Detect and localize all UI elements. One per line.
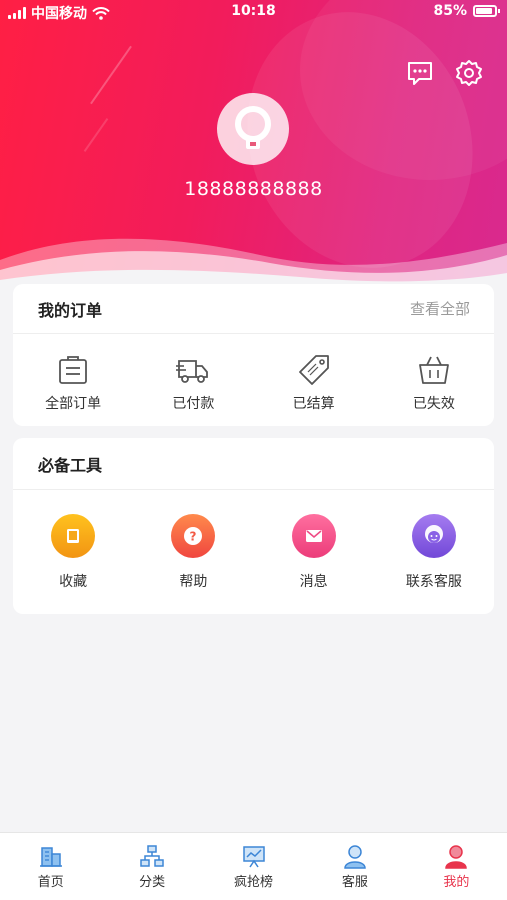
message-icon[interactable] bbox=[405, 58, 435, 88]
status-bar: 中国移动 10:18 85% bbox=[0, 0, 507, 24]
tab-home[interactable]: 首页 bbox=[0, 833, 101, 900]
my-orders-header: 我的订单 查看全部 bbox=[13, 284, 494, 334]
tab-ranking[interactable]: 疯抢榜 bbox=[203, 833, 304, 900]
ranking-board-icon bbox=[242, 846, 265, 868]
clock: 10:18 bbox=[231, 3, 276, 19]
tools-grid: 收藏 ? 帮助 消息 联系客服 bbox=[13, 490, 494, 591]
order-expired-label: 已失效 bbox=[412, 396, 455, 412]
home-building-icon bbox=[39, 847, 62, 867]
order-all-button[interactable]: 全部订单 bbox=[13, 334, 133, 413]
user-phone-number: 18888888888 bbox=[184, 178, 323, 200]
order-settled-button[interactable]: 已结算 bbox=[254, 334, 374, 413]
category-tree-icon bbox=[140, 845, 164, 867]
order-paid-label: 已付款 bbox=[172, 396, 215, 412]
profile-header: 中国移动 10:18 85% 18888888888 bbox=[0, 0, 507, 300]
favorite-icon bbox=[51, 514, 96, 558]
view-all-orders-link[interactable]: 查看全部 bbox=[410, 298, 470, 319]
help-icon: ? bbox=[171, 514, 216, 558]
clipboard-icon bbox=[59, 356, 88, 384]
favorites-label: 收藏 bbox=[59, 574, 88, 590]
essential-tools-header: 必备工具 bbox=[13, 438, 494, 490]
order-settled-label: 已结算 bbox=[292, 396, 335, 412]
tab-mine[interactable]: 我的 bbox=[406, 833, 507, 900]
contact-service-label: 联系客服 bbox=[405, 574, 462, 590]
order-status-grid: 全部订单 已付款 已结算 已失效 bbox=[13, 334, 494, 413]
tab-mine-label: 我的 bbox=[443, 875, 470, 890]
my-orders-title: 我的订单 bbox=[38, 300, 103, 320]
tab-category-label: 分类 bbox=[139, 875, 166, 890]
essential-tools-card: 必备工具 收藏 ? 帮助 消息 联系客服 bbox=[13, 438, 494, 614]
tag-icon bbox=[298, 355, 329, 385]
help-button[interactable]: ? 帮助 bbox=[133, 490, 253, 591]
contact-service-button[interactable]: 联系客服 bbox=[374, 490, 494, 591]
service-icon bbox=[411, 514, 456, 558]
mail-icon bbox=[291, 514, 336, 558]
essential-tools-title: 必备工具 bbox=[38, 455, 103, 475]
order-expired-button[interactable]: 已失效 bbox=[374, 334, 494, 413]
favorites-button[interactable]: 收藏 bbox=[13, 490, 133, 591]
profile-icon bbox=[445, 845, 468, 869]
battery-icon bbox=[473, 5, 500, 17]
messages-button[interactable]: 消息 bbox=[254, 490, 374, 591]
order-paid-button[interactable]: 已付款 bbox=[133, 334, 253, 413]
tab-customer-service[interactable]: 客服 bbox=[304, 833, 405, 900]
bottom-tab-bar: 首页 分类 疯抢榜 客服 我的 bbox=[0, 832, 507, 900]
battery-percent: 85% bbox=[433, 3, 467, 19]
tab-ranking-label: 疯抢榜 bbox=[234, 875, 274, 890]
avatar[interactable] bbox=[217, 93, 289, 165]
messages-label: 消息 bbox=[299, 574, 328, 590]
truck-icon bbox=[176, 360, 209, 383]
my-orders-card: 我的订单 查看全部 全部订单 已付款 已结算 已失效 bbox=[13, 284, 494, 426]
header-decoration bbox=[90, 45, 132, 105]
help-label: 帮助 bbox=[179, 574, 208, 590]
tab-category[interactable]: 分类 bbox=[101, 833, 202, 900]
header-decoration bbox=[83, 118, 109, 152]
order-all-label: 全部订单 bbox=[45, 396, 102, 412]
basket-icon bbox=[418, 356, 449, 384]
customer-service-icon bbox=[344, 845, 366, 869]
settings-gear-icon[interactable] bbox=[454, 58, 484, 88]
tab-home-label: 首页 bbox=[37, 875, 64, 890]
tab-customer-service-label: 客服 bbox=[341, 875, 368, 890]
svg-text:?: ? bbox=[190, 530, 197, 544]
